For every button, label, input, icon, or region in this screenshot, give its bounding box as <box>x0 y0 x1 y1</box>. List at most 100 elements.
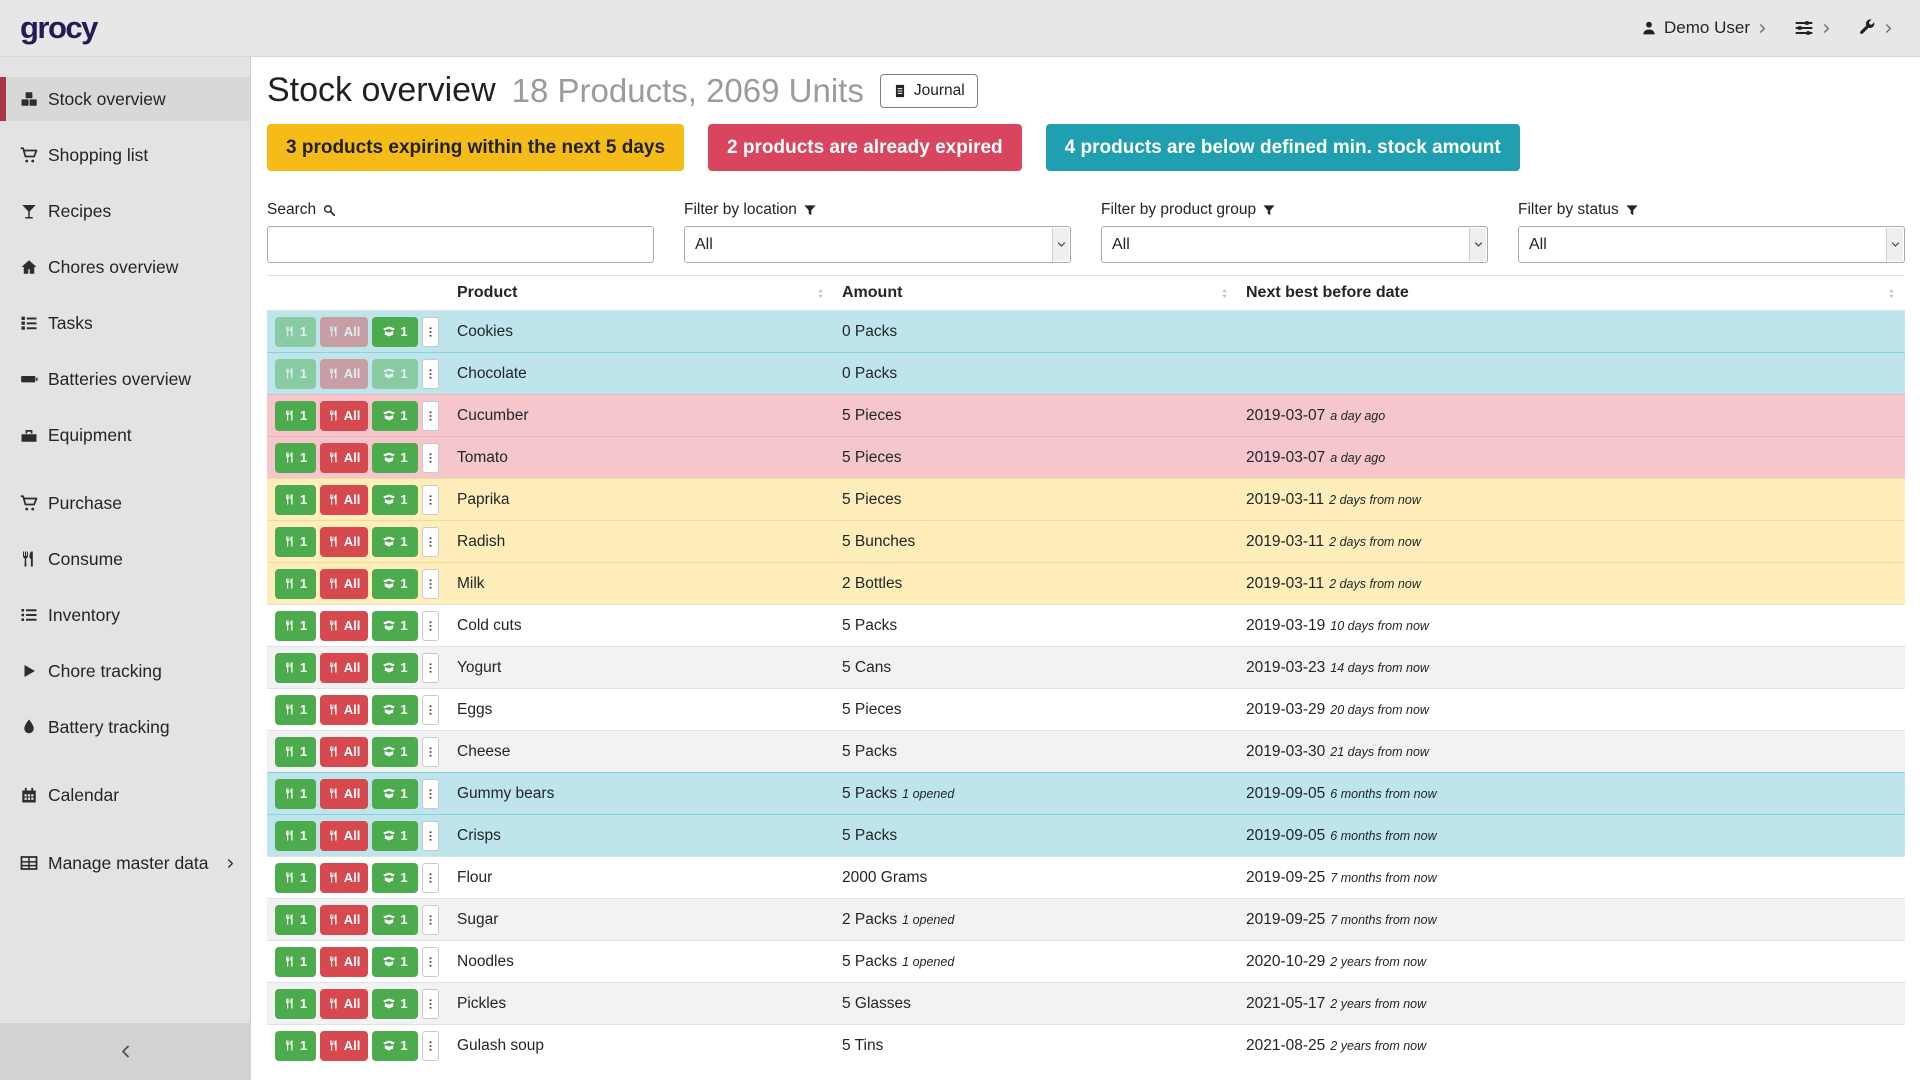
consume-one-button[interactable]: 1 <box>275 947 316 977</box>
consume-all-button[interactable]: All <box>320 737 368 767</box>
sort-icon[interactable] <box>815 286 826 301</box>
settings-menu[interactable] <box>1794 18 1832 38</box>
row-more-menu-button[interactable] <box>422 821 439 851</box>
open-one-button[interactable]: 1 <box>372 989 418 1019</box>
open-one-button[interactable]: 1 <box>372 443 418 473</box>
sidebar-item-inventory[interactable]: Inventory <box>0 593 250 637</box>
consume-all-button[interactable]: All <box>320 317 368 347</box>
admin-menu[interactable] <box>1858 19 1894 37</box>
consume-all-button[interactable]: All <box>320 779 368 809</box>
sort-icon[interactable] <box>1219 286 1230 301</box>
consume-one-button[interactable]: 1 <box>275 737 316 767</box>
sidebar-item-tasks[interactable]: Tasks <box>0 301 250 345</box>
row-more-menu-button[interactable] <box>422 863 439 893</box>
open-one-button[interactable]: 1 <box>372 863 418 893</box>
consume-all-button[interactable]: All <box>320 443 368 473</box>
consume-all-button[interactable]: All <box>320 569 368 599</box>
row-more-menu-button[interactable] <box>422 947 439 977</box>
consume-one-button[interactable]: 1 <box>275 653 316 683</box>
consume-all-button[interactable]: All <box>320 527 368 557</box>
row-more-menu-button[interactable] <box>422 443 439 473</box>
consume-one-button[interactable]: 1 <box>275 611 316 641</box>
sort-icon[interactable] <box>1886 286 1897 301</box>
sidebar-item-chores-overview[interactable]: Chores overview <box>0 245 250 289</box>
status-select[interactable]: All <box>1518 226 1905 263</box>
consume-all-button[interactable]: All <box>320 653 368 683</box>
row-more-menu-button[interactable] <box>422 905 439 935</box>
sidebar-item-shopping-list[interactable]: Shopping list <box>0 133 250 177</box>
row-more-menu-button[interactable] <box>422 1031 439 1061</box>
consume-all-button[interactable]: All <box>320 989 368 1019</box>
row-more-menu-button[interactable] <box>422 695 439 725</box>
consume-one-button[interactable]: 1 <box>275 905 316 935</box>
sidebar-item-calendar[interactable]: Calendar <box>0 773 250 817</box>
consume-all-button[interactable]: All <box>320 947 368 977</box>
row-more-menu-button[interactable] <box>422 611 439 641</box>
search-input[interactable] <box>267 226 654 263</box>
consume-one-button[interactable]: 1 <box>275 695 316 725</box>
consume-one-button[interactable]: 1 <box>275 527 316 557</box>
row-more-menu-button[interactable] <box>422 569 439 599</box>
status-badge[interactable]: 3 products expiring within the next 5 da… <box>267 124 684 171</box>
row-more-menu-button[interactable] <box>422 527 439 557</box>
sidebar-item-chore-tracking[interactable]: Chore tracking <box>0 649 250 693</box>
sidebar-item-equipment[interactable]: Equipment <box>0 413 250 457</box>
consume-one-button[interactable]: 1 <box>275 863 316 893</box>
sidebar-item-manage-master-data[interactable]: Manage master data <box>0 841 250 885</box>
open-one-button[interactable]: 1 <box>372 569 418 599</box>
open-one-button[interactable]: 1 <box>372 359 418 389</box>
open-one-button[interactable]: 1 <box>372 485 418 515</box>
open-one-button[interactable]: 1 <box>372 905 418 935</box>
consume-one-button[interactable]: 1 <box>275 821 316 851</box>
consume-one-button[interactable]: 1 <box>275 401 316 431</box>
open-one-button[interactable]: 1 <box>372 947 418 977</box>
open-one-button[interactable]: 1 <box>372 1031 418 1061</box>
amount-column-header[interactable]: Amount <box>834 276 1238 311</box>
row-more-menu-button[interactable] <box>422 653 439 683</box>
consume-all-button[interactable]: All <box>320 611 368 641</box>
row-more-menu-button[interactable] <box>422 317 439 347</box>
consume-all-button[interactable]: All <box>320 821 368 851</box>
consume-all-button[interactable]: All <box>320 401 368 431</box>
open-one-button[interactable]: 1 <box>372 779 418 809</box>
consume-one-button[interactable]: 1 <box>275 1031 316 1061</box>
consume-one-button[interactable]: 1 <box>275 317 316 347</box>
status-badge[interactable]: 4 products are below defined min. stock … <box>1046 124 1520 171</box>
open-one-button[interactable]: 1 <box>372 317 418 347</box>
location-select[interactable]: All <box>684 226 1071 263</box>
open-one-button[interactable]: 1 <box>372 401 418 431</box>
row-more-menu-button[interactable] <box>422 779 439 809</box>
consume-one-button[interactable]: 1 <box>275 779 316 809</box>
consume-all-button[interactable]: All <box>320 1031 368 1061</box>
row-more-menu-button[interactable] <box>422 989 439 1019</box>
product-group-select[interactable]: All <box>1101 226 1488 263</box>
sidebar-item-recipes[interactable]: Recipes <box>0 189 250 233</box>
consume-all-button[interactable]: All <box>320 695 368 725</box>
sidebar-item-consume[interactable]: Consume <box>0 537 250 581</box>
row-more-menu-button[interactable] <box>422 485 439 515</box>
row-more-menu-button[interactable] <box>422 401 439 431</box>
open-one-button[interactable]: 1 <box>372 653 418 683</box>
best-before-column-header[interactable]: Next best before date <box>1238 276 1905 311</box>
sidebar-item-stock-overview[interactable]: Stock overview <box>0 77 250 121</box>
consume-one-button[interactable]: 1 <box>275 989 316 1019</box>
row-more-menu-button[interactable] <box>422 737 439 767</box>
user-menu[interactable]: Demo User <box>1641 18 1768 38</box>
consume-one-button[interactable]: 1 <box>275 569 316 599</box>
journal-button[interactable]: Journal <box>880 74 978 108</box>
open-one-button[interactable]: 1 <box>372 737 418 767</box>
open-one-button[interactable]: 1 <box>372 821 418 851</box>
consume-all-button[interactable]: All <box>320 359 368 389</box>
consume-one-button[interactable]: 1 <box>275 485 316 515</box>
open-one-button[interactable]: 1 <box>372 695 418 725</box>
consume-all-button[interactable]: All <box>320 905 368 935</box>
row-more-menu-button[interactable] <box>422 359 439 389</box>
open-one-button[interactable]: 1 <box>372 611 418 641</box>
sidebar-item-batteries-overview[interactable]: Batteries overview <box>0 357 250 401</box>
sidebar-item-purchase[interactable]: Purchase <box>0 481 250 525</box>
consume-all-button[interactable]: All <box>320 485 368 515</box>
product-column-header[interactable]: Product <box>449 276 834 311</box>
status-badge[interactable]: 2 products are already expired <box>708 124 1022 171</box>
sidebar-collapse-button[interactable] <box>0 1023 251 1080</box>
consume-one-button[interactable]: 1 <box>275 443 316 473</box>
